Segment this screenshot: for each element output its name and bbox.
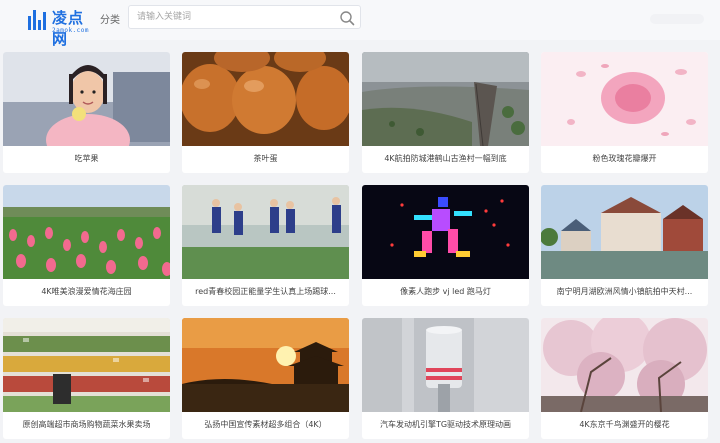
thumbnail-pixel-runner (362, 185, 529, 279)
video-card[interactable]: 汽车发动机引擎TG驱动技术原理动画 (362, 318, 529, 439)
thumbnail-girls-playing-football (182, 185, 349, 279)
video-title[interactable]: 弘扬中国宣传素材超多组合（4K） (186, 416, 345, 434)
video-card[interactable]: 4K东京千鸟渊盛开的樱花 (541, 318, 708, 439)
logo-mark-icon (28, 8, 50, 30)
video-card[interactable]: 4K唯美浪漫爱情花海庄园 (3, 185, 170, 306)
thumbnail-girl-eating-apple (3, 52, 170, 146)
thumbnail-tulip-field (3, 185, 170, 279)
video-title[interactable]: 汽车发动机引擎TG驱动技术原理动画 (366, 416, 525, 434)
video-card[interactable]: 吃苹果 (3, 52, 170, 173)
thumbnail-engine-piston (362, 318, 529, 412)
thumbnail-tea-eggs (182, 52, 349, 146)
video-title[interactable]: 吃苹果 (7, 150, 166, 168)
video-card[interactable]: 原创高端超市商场购物蔬菜水果卖场 (3, 318, 170, 439)
category-menu[interactable]: 分类 (100, 11, 120, 26)
thumbnail-pink-rose-petals (541, 52, 708, 146)
video-title[interactable]: 4K东京千鸟渊盛开的樱花 (545, 416, 704, 434)
video-title[interactable]: 4K唯美浪漫爱情花海庄园 (7, 283, 166, 301)
thumbnail-european-town (541, 185, 708, 279)
video-title[interactable]: 4K航拍防城港鹤山古渔村一幅到底 (366, 150, 525, 168)
thumbnail-aerial-fishing-village (362, 52, 529, 146)
thumbnail-supermarket-produce (3, 318, 170, 412)
video-card[interactable]: 南宁明月湖欧洲风情小镇航拍中天村... (541, 185, 708, 306)
search-input[interactable] (137, 10, 327, 24)
video-title[interactable]: red青春校园正能量学生认真上场踢球... (186, 283, 345, 301)
video-card[interactable]: 像素人跑步 vj led 跑马灯 (362, 185, 529, 306)
video-card[interactable]: 弘扬中国宣传素材超多组合（4K） (182, 318, 349, 439)
search-icon[interactable] (339, 10, 355, 26)
search-box (128, 5, 361, 29)
video-title[interactable]: 像素人跑步 vj led 跑马灯 (366, 283, 525, 301)
thumbnail-sunset-pavilion (182, 318, 349, 412)
video-card[interactable]: 粉色玫瑰花瓣爆开 (541, 52, 708, 173)
video-title[interactable]: 南宁明月湖欧洲风情小镇航拍中天村... (545, 283, 704, 301)
logo-domain: 2amok.com (52, 27, 90, 34)
top-bar: 凌点网 2amok.com 分类 (0, 0, 720, 48)
thumbnail-cherry-blossom (541, 318, 708, 412)
site-logo[interactable]: 凌点网 2amok.com (28, 6, 98, 48)
video-card[interactable]: 4K航拍防城港鹤山古渔村一幅到底 (362, 52, 529, 173)
video-card[interactable]: 茶叶蛋 (182, 52, 349, 173)
user-area[interactable] (650, 14, 704, 24)
video-card[interactable]: red青春校园正能量学生认真上场踢球... (182, 185, 349, 306)
video-title[interactable]: 茶叶蛋 (186, 150, 345, 168)
video-title[interactable]: 粉色玫瑰花瓣爆开 (545, 150, 704, 168)
video-title[interactable]: 原创高端超市商场购物蔬菜水果卖场 (7, 416, 166, 434)
